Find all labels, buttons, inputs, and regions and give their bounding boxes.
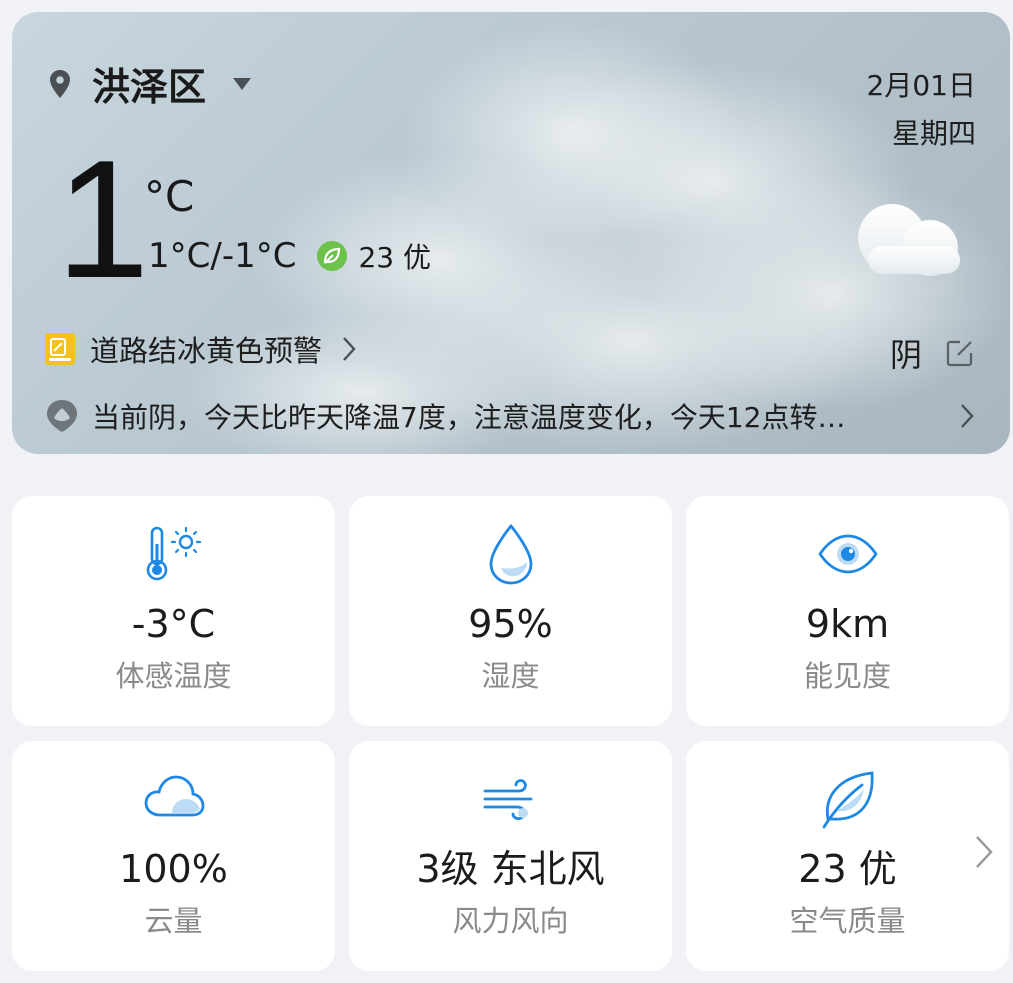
aqi-value: 23 优 <box>358 241 431 274</box>
weather-condition: 阴 <box>889 336 922 374</box>
caret-down-icon <box>233 77 252 90</box>
date-display: 2月01日 星期四 <box>867 62 976 158</box>
air-quality-value: 23 优 <box>798 847 897 891</box>
current-weather-card: 洪泽区 2月01日 星期四 1 °C 1°C/-1°C 23 优 道路结冰黄色预… <box>12 12 1010 454</box>
humidity-value: 95% <box>468 602 553 646</box>
wind-tile[interactable]: 3级 东北风 风力风向 <box>349 741 672 971</box>
aqi-leaf-icon <box>317 241 348 271</box>
air-quality-label: 空气质量 <box>789 904 906 938</box>
aqi-badge[interactable]: 23 优 <box>316 236 431 276</box>
air-quality-tile[interactable]: 23 优 空气质量 <box>686 741 1009 971</box>
visibility-value: 9km <box>805 602 890 646</box>
wind-value: 3级 东北风 <box>416 847 605 891</box>
eye-icon <box>817 534 878 574</box>
chevron-right-icon <box>961 404 974 428</box>
chevron-right-icon[interactable] <box>973 834 995 870</box>
chevron-right-icon <box>343 337 356 361</box>
feels-like-value: -3°C <box>131 602 216 646</box>
temperature-unit: °C <box>144 172 195 221</box>
weather-cloud-icon <box>858 204 960 276</box>
wind-label: 风力风向 <box>452 904 569 938</box>
edit-icon[interactable] <box>946 339 974 367</box>
wind-icon <box>483 779 532 821</box>
summary-text: 当前阴，今天比昨天降温7度，注意温度变化，今天12点转… <box>92 401 846 434</box>
current-temperature: 1 <box>56 125 150 313</box>
water-drop-icon <box>489 523 532 585</box>
condition-row: 阴 <box>890 330 974 376</box>
cloud-icon <box>144 775 204 817</box>
location-name: 洪泽区 <box>92 65 207 109</box>
road-icing-alert-icon <box>45 333 75 365</box>
temp-range-row: 1°C/-1°C 23 优 <box>148 236 431 276</box>
date-weekday: 星期四 <box>891 117 976 150</box>
leaf-icon <box>822 771 873 829</box>
feels-like-tile[interactable]: -3°C 体感温度 <box>12 496 335 726</box>
feels-like-label: 体感温度 <box>115 659 232 693</box>
temperature-range: 1°C/-1°C <box>148 236 297 276</box>
location-pin-icon <box>50 69 70 98</box>
humidity-tile[interactable]: 95% 湿度 <box>349 496 672 726</box>
date-day: 2月01日 <box>866 69 976 102</box>
thermometer-sun-icon <box>146 526 201 581</box>
humidity-label: 湿度 <box>481 659 540 693</box>
weather-summary[interactable]: 当前阴，今天比昨天降温7度，注意温度变化，今天12点转… <box>44 396 974 436</box>
location-selector[interactable]: 洪泽区 <box>48 56 252 111</box>
ai-summary-icon <box>47 400 77 432</box>
weather-alert[interactable]: 道路结冰黄色预警 <box>44 328 356 370</box>
cloud-cover-tile[interactable]: 100% 云量 <box>12 741 335 971</box>
cloud-cover-label: 云量 <box>144 904 203 938</box>
cloud-cover-value: 100% <box>119 847 228 891</box>
visibility-tile[interactable]: 9km 能见度 <box>686 496 1009 726</box>
visibility-label: 能见度 <box>803 659 891 693</box>
alert-text: 道路结冰黄色预警 <box>90 334 323 368</box>
